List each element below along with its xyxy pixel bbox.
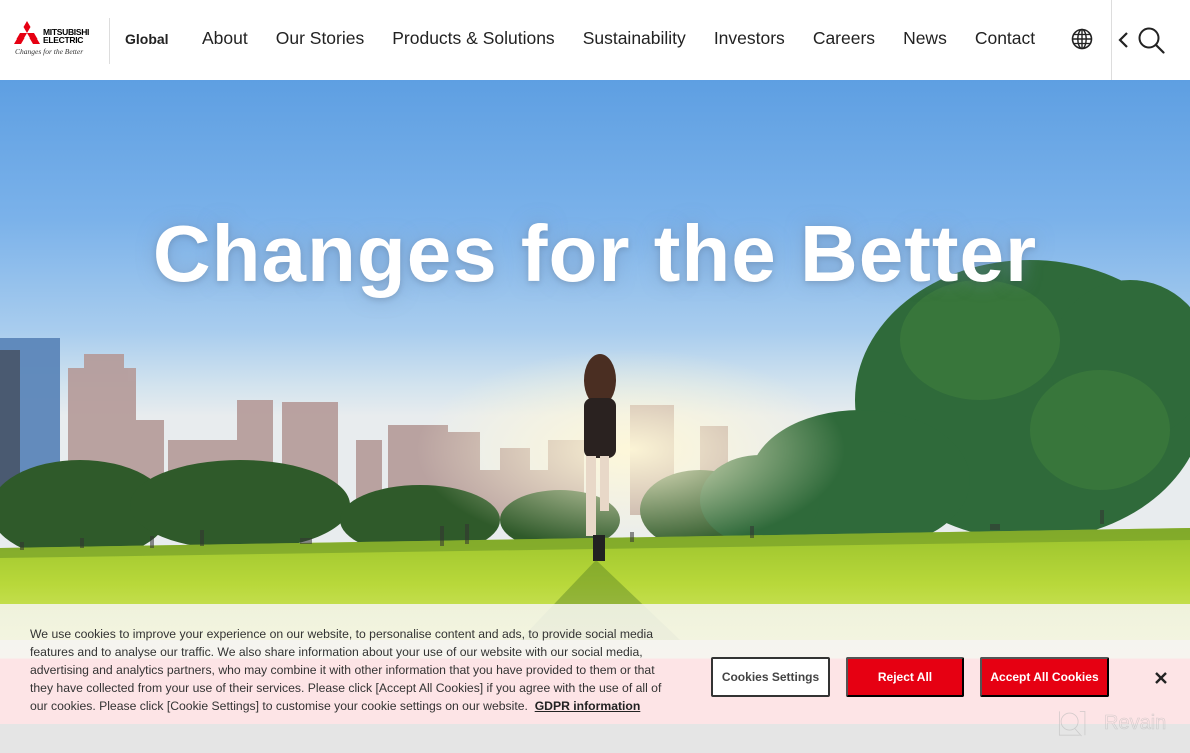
site-header: MITSUBISHI ELECTRIC Changes for the Bett… xyxy=(0,0,1190,80)
mitsubishi-electric-logo[interactable]: MITSUBISHI ELECTRIC Changes for the Bett… xyxy=(14,21,98,57)
nav-item-contact[interactable]: Contact xyxy=(975,28,1035,49)
hero-park-image xyxy=(0,80,1190,640)
nav-item-investors[interactable]: Investors xyxy=(714,28,785,49)
nav-item-about[interactable]: About xyxy=(202,28,248,49)
cookies-settings-button[interactable]: Cookies Settings xyxy=(711,657,830,697)
hero-banner[interactable]: Changes for the Better xyxy=(0,80,1190,640)
accept-all-cookies-button[interactable]: Accept All Cookies xyxy=(980,657,1109,697)
nav-item-news[interactable]: News xyxy=(903,28,947,49)
revain-logo-icon xyxy=(1058,710,1086,737)
cookie-notice-text: We use cookies to improve your experienc… xyxy=(30,625,670,715)
nav-item-products-solutions[interactable]: Products & Solutions xyxy=(392,28,554,49)
revain-watermark-text: Revain xyxy=(1104,712,1167,735)
revain-watermark: Revain xyxy=(1056,706,1190,746)
chevron-left-icon[interactable] xyxy=(1117,30,1131,50)
nav-item-our-stories[interactable]: Our Stories xyxy=(276,28,365,49)
main-nav: About Our Stories Products & Solutions S… xyxy=(202,28,1035,49)
three-diamonds-icon xyxy=(14,21,40,44)
header-divider-right xyxy=(1111,0,1112,80)
nav-item-sustainability[interactable]: Sustainability xyxy=(583,28,686,49)
cookie-consent-banner: We use cookies to improve your experienc… xyxy=(0,604,1190,724)
header-divider xyxy=(109,18,110,64)
hero-title: Changes for the Better xyxy=(152,209,1038,298)
nav-item-careers[interactable]: Careers xyxy=(813,28,875,49)
region-selector[interactable]: Global xyxy=(125,31,169,47)
logo-tagline: Changes for the Better xyxy=(15,47,84,56)
page: MITSUBISHI ELECTRIC Changes for the Bett… xyxy=(0,0,1190,753)
reject-all-button[interactable]: Reject All xyxy=(846,657,964,697)
logo-brand-line2: ELECTRIC xyxy=(43,35,84,45)
page-bottom-bar xyxy=(0,724,1190,753)
close-icon[interactable] xyxy=(1153,670,1169,686)
globe-icon[interactable] xyxy=(1071,28,1093,50)
search-icon[interactable] xyxy=(1137,26,1165,54)
gdpr-information-link[interactable]: GDPR information xyxy=(535,699,641,713)
